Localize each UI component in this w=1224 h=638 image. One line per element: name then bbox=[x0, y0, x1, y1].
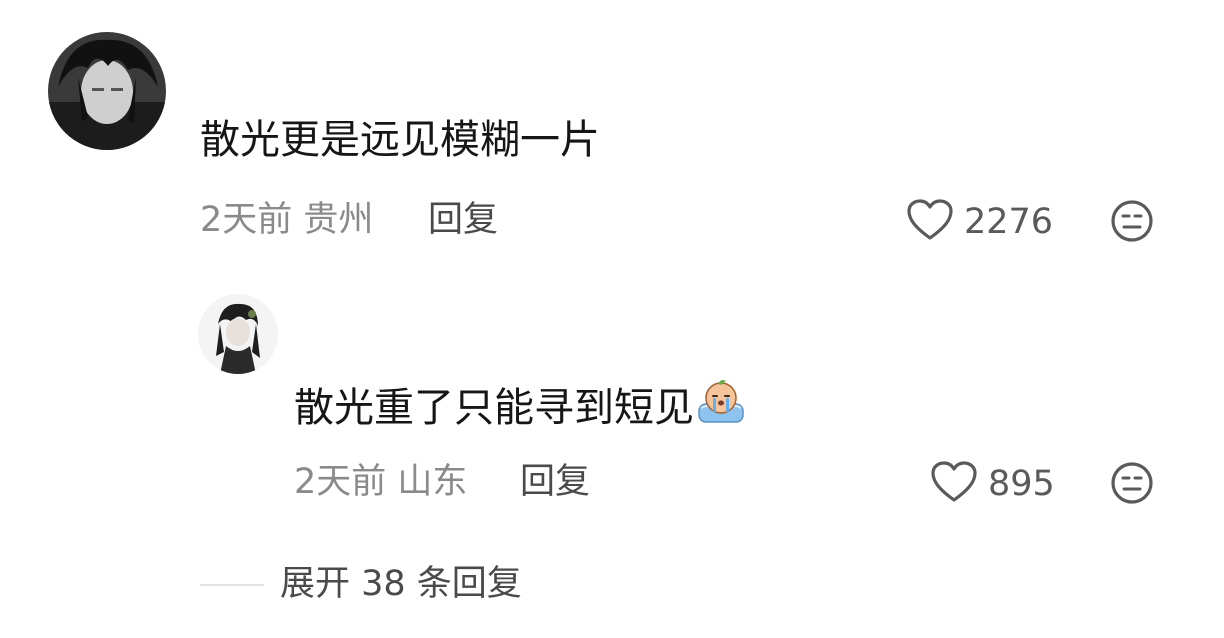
dislike-button[interactable] bbox=[1110, 199, 1154, 247]
like-button[interactable]: 2276 bbox=[906, 198, 1053, 246]
comment-text: 散光更是远见模糊一片 bbox=[200, 117, 600, 163]
meh-face-icon bbox=[1110, 200, 1154, 247]
heart-outline-icon bbox=[930, 460, 978, 508]
avatar[interactable] bbox=[198, 294, 278, 374]
dislike-button[interactable] bbox=[1110, 461, 1154, 509]
crying-emoji bbox=[696, 378, 746, 437]
reply-meta: 2天前 山东 bbox=[294, 462, 468, 502]
like-count: 895 bbox=[988, 464, 1055, 504]
meh-face-icon bbox=[1110, 462, 1154, 509]
expand-replies-button[interactable]: 展开 38 条回复 bbox=[280, 562, 522, 606]
reply-text: 散光重了只能寻到短见 bbox=[294, 378, 746, 437]
divider bbox=[200, 584, 264, 586]
reply-button[interactable]: 回复 bbox=[520, 460, 590, 504]
comment-meta: 2天前 贵州 bbox=[200, 200, 374, 240]
like-button[interactable]: 895 bbox=[930, 460, 1055, 508]
avatar[interactable] bbox=[48, 32, 166, 150]
reply-button[interactable]: 回复 bbox=[428, 198, 498, 242]
heart-outline-icon bbox=[906, 198, 954, 246]
like-count: 2276 bbox=[964, 202, 1054, 242]
